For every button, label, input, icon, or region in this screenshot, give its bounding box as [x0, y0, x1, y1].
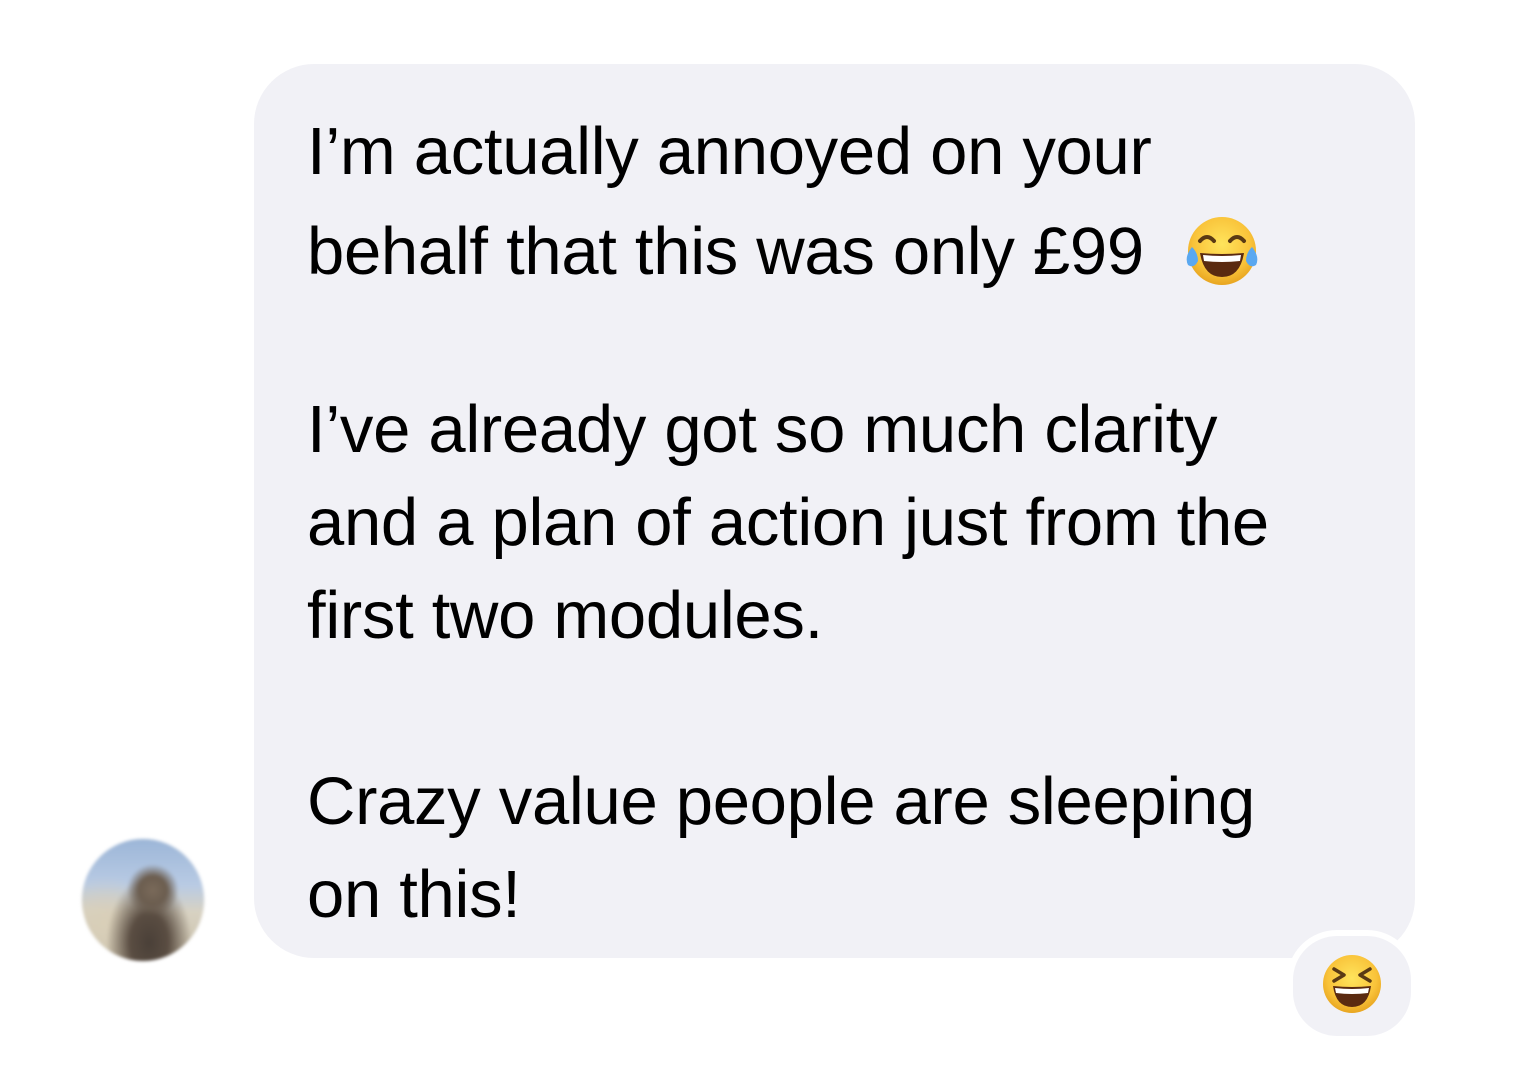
message-line: on this!: [307, 857, 521, 932]
message-line: behalf that this was only £99: [307, 211, 1262, 302]
message-line: Crazy value people are sleeping: [307, 764, 1255, 839]
face-with-tears-of-joy-icon: [1182, 211, 1262, 302]
message-line-text: behalf that this was only £99: [307, 214, 1144, 290]
avatar[interactable]: [82, 839, 204, 961]
avatar-photo: [82, 839, 204, 961]
message-line: I’ve already got so much clarity: [307, 392, 1218, 467]
reaction-badge[interactable]: [1287, 930, 1417, 1042]
chat-area: I’m actually annoyed on your behalf that…: [0, 0, 1525, 1080]
message-line: and a plan of action just from the: [307, 485, 1269, 560]
message-line: I’m actually annoyed on your: [307, 114, 1152, 189]
message-bubble[interactable]: I’m actually annoyed on your behalf that…: [254, 64, 1415, 958]
message-line: first two modules.: [307, 578, 823, 653]
grinning-squinting-face-icon: [1320, 952, 1384, 1021]
